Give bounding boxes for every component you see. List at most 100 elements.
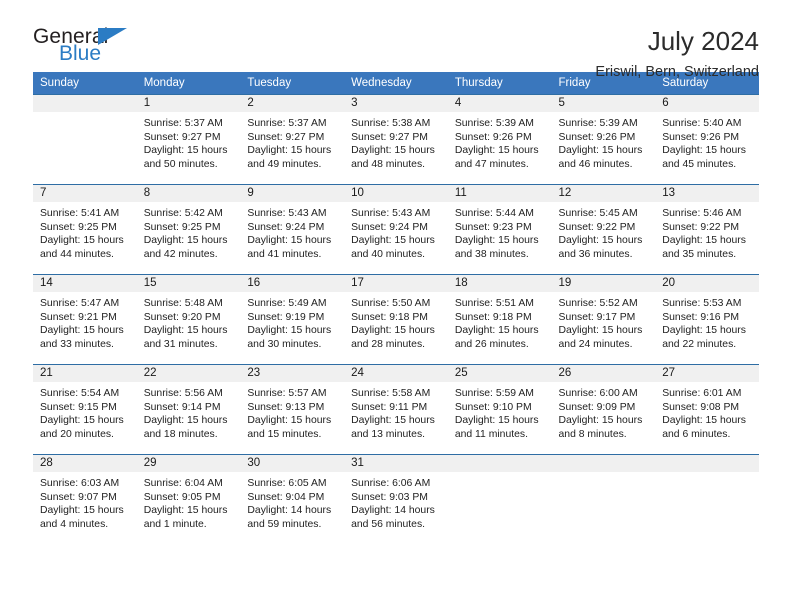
day-cell[interactable]: 30 Sunrise: 6:05 AM Sunset: 9:04 PM Dayl… [240,454,345,545]
day-cell[interactable]: 7 Sunrise: 5:41 AM Sunset: 9:25 PM Dayli… [33,184,137,275]
sunrise-text: Sunrise: 5:44 AM [454,208,534,219]
day-cell[interactable]: 13 Sunrise: 5:46 AM Sunset: 9:22 PM Dayl… [655,184,759,275]
day-number: 9 [240,185,345,202]
sunrise-text: Sunrise: 5:39 AM [454,118,534,129]
day-details [655,472,759,477]
weekday-header-tuesday: Tuesday [240,72,345,95]
day-cell[interactable]: 6 Sunrise: 5:40 AM Sunset: 9:26 PM Dayli… [655,94,759,185]
day-number: 16 [240,275,345,292]
day-details: Sunrise: 5:52 AM Sunset: 9:17 PM Dayligh… [552,292,656,351]
daylight-text-line2: and 8 minutes. [558,428,627,440]
day-cell[interactable]: 28 Sunrise: 6:03 AM Sunset: 9:07 PM Dayl… [33,454,137,545]
day-cell[interactable]: 3 Sunrise: 5:38 AM Sunset: 9:27 PM Dayli… [344,94,448,185]
sunset-text: Sunset: 9:20 PM [143,311,221,323]
sunset-text: Sunset: 9:16 PM [662,311,740,323]
day-cell[interactable]: 18 Sunrise: 5:51 AM Sunset: 9:18 PM Dayl… [447,274,552,365]
day-number: 29 [136,455,241,472]
day-cell[interactable]: 16 Sunrise: 5:49 AM Sunset: 9:19 PM Dayl… [240,274,345,365]
day-cell[interactable]: 15 Sunrise: 5:48 AM Sunset: 9:20 PM Dayl… [136,274,241,365]
sunset-text: Sunset: 9:27 PM [143,131,221,143]
daylight-text-line1: Daylight: 15 hours [40,325,124,337]
day-details: Sunrise: 5:54 AM Sunset: 9:15 PM Dayligh… [33,382,137,441]
daylight-text-line1: Daylight: 15 hours [662,235,746,247]
daylight-text-line2: and 18 minutes. [143,428,218,440]
day-cell[interactable]: 19 Sunrise: 5:52 AM Sunset: 9:17 PM Dayl… [551,274,656,365]
sunrise-text: Sunrise: 6:01 AM [662,388,742,399]
day-cell[interactable]: 12 Sunrise: 5:45 AM Sunset: 9:22 PM Dayl… [551,184,656,275]
sunrise-text: Sunrise: 6:03 AM [40,478,120,489]
sunset-text: Sunset: 9:13 PM [247,401,325,413]
daylight-text-line2: and 47 minutes. [454,158,529,170]
day-number: 11 [447,185,552,202]
sunset-text: Sunset: 9:21 PM [40,311,117,323]
day-cell[interactable] [447,454,552,545]
day-details: Sunrise: 5:38 AM Sunset: 9:27 PM Dayligh… [344,112,448,171]
sunset-text: Sunset: 9:26 PM [454,131,532,143]
sunrise-text: Sunrise: 5:39 AM [558,118,638,129]
day-details: Sunrise: 5:57 AM Sunset: 9:13 PM Dayligh… [240,382,344,441]
day-cell[interactable]: 4 Sunrise: 5:39 AM Sunset: 9:26 PM Dayli… [447,94,552,185]
day-details: Sunrise: 5:39 AM Sunset: 9:26 PM Dayligh… [552,112,656,171]
sunrise-text: Sunrise: 5:43 AM [351,208,431,219]
day-cell[interactable]: 17 Sunrise: 5:50 AM Sunset: 9:18 PM Dayl… [344,274,448,365]
week-row: 7 Sunrise: 5:41 AM Sunset: 9:25 PM Dayli… [33,184,759,275]
day-cell[interactable]: 11 Sunrise: 5:44 AM Sunset: 9:23 PM Dayl… [447,184,552,275]
day-cell[interactable]: 2 Sunrise: 5:37 AM Sunset: 9:27 PM Dayli… [240,94,345,185]
day-cell[interactable]: 20 Sunrise: 5:53 AM Sunset: 9:16 PM Dayl… [655,274,759,365]
day-details: Sunrise: 5:48 AM Sunset: 9:20 PM Dayligh… [137,292,241,351]
daylight-text-line1: Daylight: 14 hours [247,505,332,517]
sunrise-text: Sunrise: 6:04 AM [143,478,223,489]
sunrise-text: Sunrise: 5:51 AM [454,298,534,309]
day-cell[interactable]: 24 Sunrise: 5:58 AM Sunset: 9:11 PM Dayl… [344,364,448,455]
day-cell[interactable]: 23 Sunrise: 5:57 AM Sunset: 9:13 PM Dayl… [240,364,345,455]
daylight-text-line2: and 11 minutes. [454,428,528,440]
daylight-text-line1: Daylight: 15 hours [558,325,643,337]
day-cell[interactable]: 27 Sunrise: 6:01 AM Sunset: 9:08 PM Dayl… [655,364,759,455]
sunrise-text: Sunrise: 5:54 AM [40,388,120,399]
day-cell[interactable]: 8 Sunrise: 5:42 AM Sunset: 9:25 PM Dayli… [136,184,241,275]
sunset-text: Sunset: 9:04 PM [247,491,325,503]
sunrise-text: Sunrise: 5:45 AM [558,208,638,219]
sunset-text: Sunset: 9:17 PM [558,311,636,323]
day-cell[interactable]: 9 Sunrise: 5:43 AM Sunset: 9:24 PM Dayli… [240,184,345,275]
day-cell[interactable]: 25 Sunrise: 5:59 AM Sunset: 9:10 PM Dayl… [447,364,552,455]
day-number: 8 [136,185,241,202]
day-number: 21 [33,365,137,382]
sunrise-text: Sunrise: 5:57 AM [247,388,327,399]
logo-text-blue: Blue [59,42,102,65]
day-cell[interactable]: 10 Sunrise: 5:43 AM Sunset: 9:24 PM Dayl… [344,184,448,275]
day-number [551,455,656,472]
daylight-text-line1: Daylight: 15 hours [143,505,228,517]
day-cell[interactable]: 22 Sunrise: 5:56 AM Sunset: 9:14 PM Dayl… [136,364,241,455]
day-cell[interactable] [33,94,137,185]
sunset-text: Sunset: 9:27 PM [351,131,428,143]
day-details: Sunrise: 5:43 AM Sunset: 9:24 PM Dayligh… [344,202,448,261]
day-number: 31 [344,455,448,472]
day-cell[interactable] [655,454,759,545]
day-cell[interactable]: 26 Sunrise: 6:00 AM Sunset: 9:09 PM Dayl… [551,364,656,455]
sunset-text: Sunset: 9:14 PM [143,401,221,413]
day-cell[interactable]: 1 Sunrise: 5:37 AM Sunset: 9:27 PM Dayli… [136,94,241,185]
day-cell[interactable]: 31 Sunrise: 6:06 AM Sunset: 9:03 PM Dayl… [344,454,448,545]
sunset-text: Sunset: 9:22 PM [662,221,740,233]
day-cell[interactable]: 21 Sunrise: 5:54 AM Sunset: 9:15 PM Dayl… [33,364,137,455]
daylight-text-line1: Daylight: 15 hours [351,415,435,427]
sunset-text: Sunset: 9:27 PM [247,131,325,143]
daylight-text-line1: Daylight: 15 hours [662,415,746,427]
daylight-text-line2: and 50 minutes. [143,158,218,170]
day-details: Sunrise: 6:05 AM Sunset: 9:04 PM Dayligh… [240,472,344,531]
sunset-text: Sunset: 9:26 PM [558,131,636,143]
day-number: 17 [344,275,448,292]
day-cell[interactable]: 29 Sunrise: 6:04 AM Sunset: 9:05 PM Dayl… [136,454,241,545]
daylight-text-line2: and 41 minutes. [247,248,322,260]
day-cell[interactable]: 14 Sunrise: 5:47 AM Sunset: 9:21 PM Dayl… [33,274,137,365]
day-number: 6 [655,95,759,112]
day-cell[interactable] [551,454,656,545]
week-row: 28 Sunrise: 6:03 AM Sunset: 9:07 PM Dayl… [33,454,759,545]
day-details: Sunrise: 5:51 AM Sunset: 9:18 PM Dayligh… [448,292,552,351]
sunset-text: Sunset: 9:18 PM [351,311,428,323]
day-cell[interactable]: 5 Sunrise: 5:39 AM Sunset: 9:26 PM Dayli… [551,94,656,185]
day-details: Sunrise: 5:44 AM Sunset: 9:23 PM Dayligh… [448,202,552,261]
day-details: Sunrise: 6:00 AM Sunset: 9:09 PM Dayligh… [552,382,656,441]
sunset-text: Sunset: 9:26 PM [662,131,740,143]
